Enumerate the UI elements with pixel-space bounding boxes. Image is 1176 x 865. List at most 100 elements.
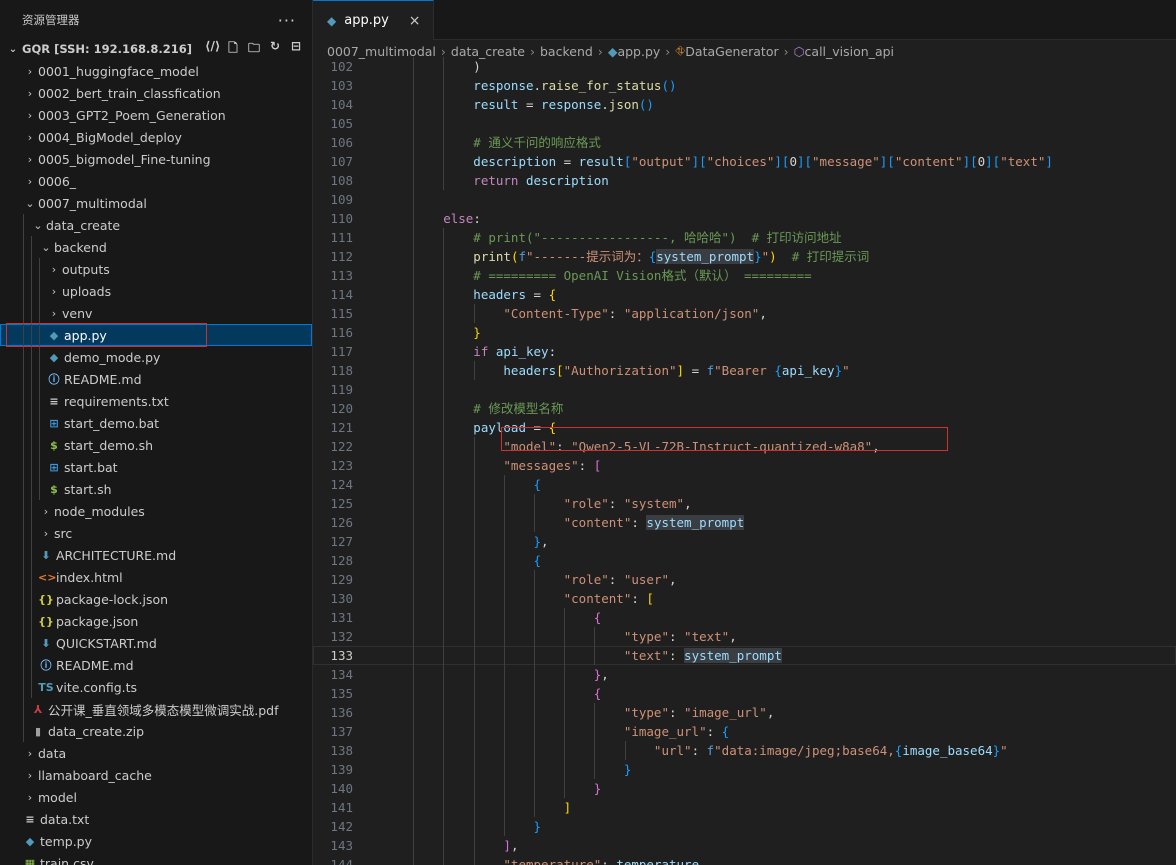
code-line[interactable]: 143 ], (313, 836, 1176, 855)
tree-item[interactable]: › 0006_ (0, 170, 312, 192)
code-line[interactable]: 109 (313, 190, 1176, 209)
code-line[interactable]: 128 { (313, 551, 1176, 570)
chevron-down-icon[interactable]: ⌄ (22, 197, 38, 210)
workspace-root[interactable]: ⌄ GQR [SSH: 192.168.8.216] ⟨/⟩ 🗋 🗀 ↻ ⊟ (0, 39, 312, 60)
code-line[interactable]: 129 "role": "user", (313, 570, 1176, 589)
new-file-icon[interactable]: 🗋 (226, 39, 240, 60)
code-line[interactable]: 132 "type": "text", (313, 627, 1176, 646)
tree-item[interactable]: {} package-lock.json (0, 588, 312, 610)
code-line[interactable]: 108 return description (313, 171, 1176, 190)
new-folder-icon[interactable]: 🗀 (247, 39, 261, 60)
tree-item[interactable]: › src (0, 522, 312, 544)
tree-item[interactable]: $ start_demo.sh (0, 434, 312, 456)
code-line[interactable]: 124 { (313, 475, 1176, 494)
chevron-right-icon[interactable]: › (22, 109, 38, 122)
code-line[interactable]: 134 }, (313, 665, 1176, 684)
code-line[interactable]: 107 description = result["output"]["choi… (313, 152, 1176, 171)
code-line[interactable]: 115 "Content-Type": "application/json", (313, 304, 1176, 323)
tree-item[interactable]: › 0002_bert_train_classfication (0, 82, 312, 104)
collapse-all-icon[interactable]: ⊟ (289, 39, 303, 60)
tree-item[interactable]: › model (0, 786, 312, 808)
code-line[interactable]: 130 "content": [ (313, 589, 1176, 608)
code-line[interactable]: 119 (313, 380, 1176, 399)
tree-item[interactable]: TS vite.config.ts (0, 676, 312, 698)
code-line[interactable]: 135 { (313, 684, 1176, 703)
tree-item[interactable]: {} package.json (0, 610, 312, 632)
tree-item[interactable]: ⌄ backend (0, 236, 312, 258)
tree-item[interactable]: › outputs (0, 258, 312, 280)
chevron-right-icon[interactable]: › (22, 65, 38, 78)
code-line[interactable]: 126 "content": system_prompt (313, 513, 1176, 532)
chevron-right-icon[interactable]: › (22, 747, 38, 760)
chevron-down-icon[interactable]: ⌄ (38, 241, 54, 254)
chevron-down-icon[interactable]: ⌄ (30, 219, 46, 232)
code-line[interactable]: 138 "url": f"data:image/jpeg;base64,{ima… (313, 741, 1176, 760)
chevron-right-icon[interactable]: › (46, 307, 62, 320)
tree-item[interactable]: › 0001_huggingface_model (0, 60, 312, 82)
tree-item[interactable]: › node_modules (0, 500, 312, 522)
tree-item[interactable]: › data (0, 742, 312, 764)
chevron-right-icon[interactable]: › (46, 285, 62, 298)
code-line[interactable]: 113 # ========= OpenAI Vision格式（默认） ====… (313, 266, 1176, 285)
chevron-right-icon[interactable]: › (38, 527, 54, 540)
code-line[interactable]: 136 "type": "image_url", (313, 703, 1176, 722)
tree-item[interactable]: ⬇ QUICKSTART.md (0, 632, 312, 654)
code-line[interactable]: 103 response.raise_for_status() (313, 76, 1176, 95)
code-line[interactable]: 106 # 通义千问的响应格式 (313, 133, 1176, 152)
chevron-right-icon[interactable]: › (22, 131, 38, 144)
tree-item[interactable]: › llamaboard_cache (0, 764, 312, 786)
tree-item[interactable]: ⊞ start_demo.bat (0, 412, 312, 434)
tree-item[interactable]: ⌄ 0007_multimodal (0, 192, 312, 214)
code-line[interactable]: 120 # 修改模型名称 (313, 399, 1176, 418)
code-line[interactable]: 131 { (313, 608, 1176, 627)
chevron-right-icon[interactable]: › (46, 263, 62, 276)
code-line[interactable]: 137 "image_url": { (313, 722, 1176, 741)
tree-item[interactable]: ▦ train.csv (0, 852, 312, 865)
chevron-right-icon[interactable]: › (22, 87, 38, 100)
tree-item[interactable]: › venv (0, 302, 312, 324)
code-line[interactable]: 105 (313, 114, 1176, 133)
tree-item[interactable]: ⊞ start.bat (0, 456, 312, 478)
code-line[interactable]: 112 print(f"-------提示词为：{system_prompt}"… (313, 247, 1176, 266)
code-line[interactable]: 118 headers["Authorization"] = f"Bearer … (313, 361, 1176, 380)
code-line[interactable]: 142 } (313, 817, 1176, 836)
code-line[interactable]: 111 # print("-----------------, 哈哈哈") # … (313, 228, 1176, 247)
tree-item[interactable]: ⓘ README.md (0, 368, 312, 390)
tree-item[interactable]: <> index.html (0, 566, 312, 588)
refresh-icon[interactable]: ↻ (268, 39, 282, 60)
tree-item[interactable]: ≡ requirements.txt (0, 390, 312, 412)
remote-icon[interactable]: ⟨/⟩ (205, 39, 220, 60)
chevron-right-icon[interactable]: › (22, 153, 38, 166)
code-line[interactable]: 127 }, (313, 532, 1176, 551)
tree-item[interactable]: ⌄ data_create (0, 214, 312, 236)
more-actions-icon[interactable]: ··· (278, 11, 296, 30)
code-line[interactable]: 104 result = response.json() (313, 95, 1176, 114)
code-line[interactable]: 139 } (313, 760, 1176, 779)
code-line[interactable]: 141 ] (313, 798, 1176, 817)
tree-item[interactable]: ≡ data.txt (0, 808, 312, 830)
close-icon[interactable]: × (409, 13, 421, 29)
chevron-right-icon[interactable]: › (22, 769, 38, 782)
tree-item[interactable]: ◆ app.py (0, 324, 312, 346)
tree-item[interactable]: › 0004_BigModel_deploy (0, 126, 312, 148)
code-line[interactable]: 102 ) (313, 57, 1176, 76)
chevron-right-icon[interactable]: › (22, 791, 38, 804)
tree-item[interactable]: › 0003_GPT2_Poem_Generation (0, 104, 312, 126)
tree-item[interactable]: ⅄ 公开课_垂直领域多模态模型微调实战.pdf (0, 698, 312, 720)
tree-item[interactable]: ◆ temp.py (0, 830, 312, 852)
chevron-down-icon[interactable]: ⌄ (6, 44, 20, 55)
code-line[interactable]: 140 } (313, 779, 1176, 798)
tab-app-py[interactable]: ◆ app.py × (313, 0, 434, 40)
code-line[interactable]: 114 headers = { (313, 285, 1176, 304)
code-line[interactable]: 110 else: (313, 209, 1176, 228)
code-line[interactable]: 144 "temperature": temperature, (313, 855, 1176, 865)
tree-item[interactable]: ◆ demo_mode.py (0, 346, 312, 368)
tree-item[interactable]: ▮ data_create.zip (0, 720, 312, 742)
tree-item[interactable]: ⬇ ARCHITECTURE.md (0, 544, 312, 566)
tree-item[interactable]: › uploads (0, 280, 312, 302)
code-editor[interactable]: 102 ) 103 response.raise_for_status() 104 … (313, 57, 1176, 865)
code-line[interactable]: 116 } (313, 323, 1176, 342)
chevron-right-icon[interactable]: › (22, 175, 38, 188)
code-line[interactable]: 123 "messages": [ (313, 456, 1176, 475)
code-line[interactable]: 117 if api_key: (313, 342, 1176, 361)
